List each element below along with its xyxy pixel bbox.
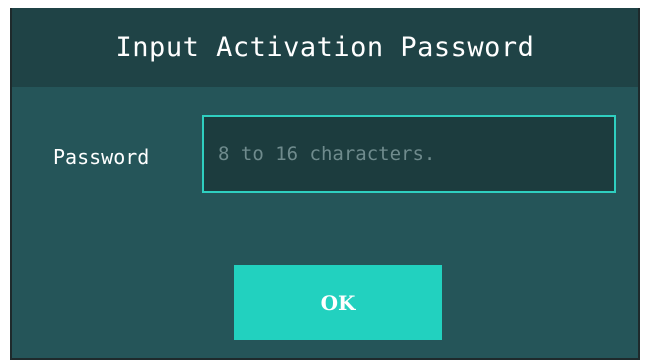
password-label: Password (53, 145, 150, 169)
activation-dialog: Input Activation Password Password OK (10, 8, 640, 360)
dialog-title: Input Activation Password (115, 32, 535, 63)
dialog-title-bar: Input Activation Password (12, 8, 638, 87)
ok-button[interactable]: OK (234, 265, 442, 340)
password-input[interactable] (202, 115, 616, 193)
